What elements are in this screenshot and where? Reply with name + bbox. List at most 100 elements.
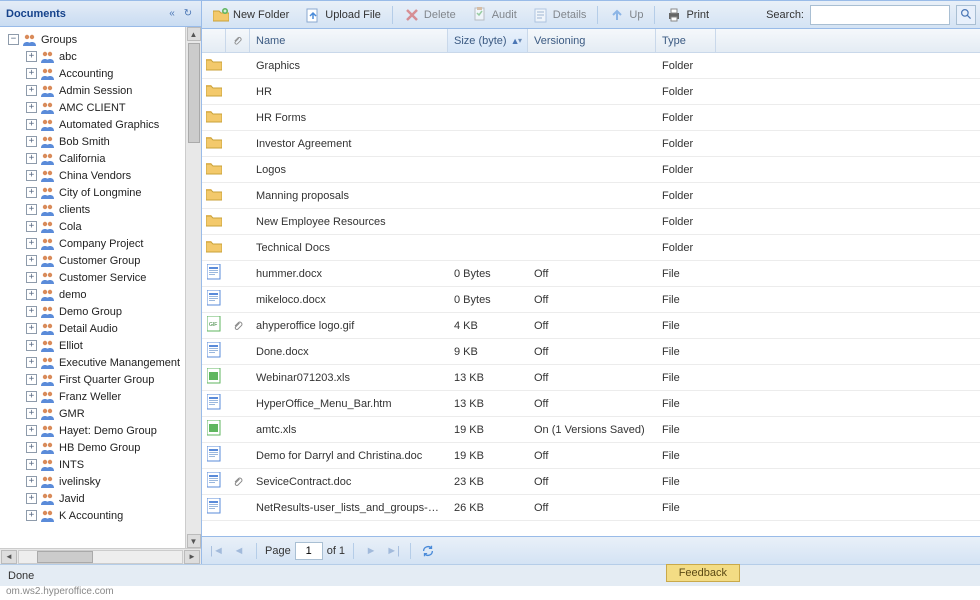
table-row[interactable]: amtc.xls19 KBOn (1 Versions Saved)File [202,417,980,443]
table-row[interactable]: Technical DocsFolder [202,235,980,261]
expand-icon[interactable]: + [26,323,37,334]
expand-icon[interactable]: + [26,51,37,62]
tree-item[interactable]: +Bob Smith [2,133,201,150]
expand-icon[interactable]: + [26,408,37,419]
expand-icon[interactable]: + [26,68,37,79]
tree-item[interactable]: +Franz Weller [2,388,201,405]
table-row[interactable]: HRFolder [202,79,980,105]
scroll-down-icon[interactable]: ▼ [187,534,201,548]
tree-root[interactable]: − Groups [2,31,201,48]
feedback-button[interactable]: Feedback [666,564,740,582]
scroll-right-icon[interactable]: ► [184,550,200,564]
horizontal-scrollbar[interactable]: ◄ ► [0,548,201,564]
refresh-icon[interactable]: ↻ [181,7,195,21]
tree-item[interactable]: +Admin Session [2,82,201,99]
tree-item[interactable]: +China Vendors [2,167,201,184]
table-row[interactable]: HR FormsFolder [202,105,980,131]
column-versioning[interactable]: Versioning [528,29,656,52]
expand-icon[interactable]: + [26,136,37,147]
table-row[interactable]: GraphicsFolder [202,53,980,79]
expand-icon[interactable]: + [26,510,37,521]
expand-icon[interactable]: + [26,306,37,317]
expand-icon[interactable]: + [26,255,37,266]
tree-item[interactable]: +demo [2,286,201,303]
upload-file-button[interactable]: Upload File [298,4,388,26]
expand-icon[interactable]: + [26,119,37,130]
column-menu-icon[interactable]: ▾ [515,36,525,45]
tree-item[interactable]: +Elliot [2,337,201,354]
expand-icon[interactable]: + [26,272,37,283]
expand-icon[interactable]: + [26,204,37,215]
tree-item[interactable]: +Customer Service [2,269,201,286]
expand-icon[interactable]: + [26,340,37,351]
tree-item[interactable]: +abc [2,48,201,65]
tree-item[interactable]: +Customer Group [2,252,201,269]
tree-item[interactable]: +Executive Manangement [2,354,201,371]
column-attachment[interactable] [226,29,250,52]
vertical-scrollbar[interactable]: ▲ ▼ [185,27,201,548]
collapse-left-icon[interactable]: « [165,7,179,21]
tree-item[interactable]: +City of Longmine [2,184,201,201]
tree-item[interactable]: +Cola [2,218,201,235]
tree-item[interactable]: +Accounting [2,65,201,82]
tree-item[interactable]: +ivelinsky [2,473,201,490]
search-input[interactable] [810,5,950,25]
table-row[interactable]: GIFahyperoffice logo.gif4 KBOffFile [202,313,980,339]
table-row[interactable]: HyperOffice_Menu_Bar.htm13 KBOffFile [202,391,980,417]
tree-item[interactable]: +GMR [2,405,201,422]
scroll-thumb[interactable] [188,43,200,143]
tree-item[interactable]: +K Accounting [2,507,201,524]
scroll-up-icon[interactable]: ▲ [187,27,201,41]
expand-icon[interactable]: + [26,102,37,113]
table-row[interactable]: NetResults-user_lists_and_groups-2...26 … [202,495,980,521]
expand-icon[interactable]: + [26,238,37,249]
new-folder-button[interactable]: New Folder [206,4,296,26]
table-row[interactable]: LogosFolder [202,157,980,183]
expand-icon[interactable]: + [26,153,37,164]
expand-icon[interactable]: + [26,374,37,385]
tree-item[interactable]: +Javid [2,490,201,507]
tree-item[interactable]: +Demo Group [2,303,201,320]
table-row[interactable]: SeviceContract.doc23 KBOffFile [202,469,980,495]
table-row[interactable]: Webinar071203.xls13 KBOffFile [202,365,980,391]
tree-item[interactable]: +INTS [2,456,201,473]
column-checkbox[interactable] [202,29,226,52]
expand-icon[interactable]: + [26,442,37,453]
expand-icon[interactable]: + [26,289,37,300]
refresh-button[interactable] [419,542,437,560]
expand-icon[interactable]: + [26,493,37,504]
hscroll-thumb[interactable] [37,551,93,563]
table-row[interactable]: mikeloco.docx0 BytesOffFile [202,287,980,313]
table-row[interactable]: New Employee ResourcesFolder [202,209,980,235]
expand-icon[interactable]: + [26,476,37,487]
expand-icon[interactable]: + [26,425,37,436]
expand-icon[interactable]: + [26,459,37,470]
expand-icon[interactable]: + [26,357,37,368]
table-row[interactable]: Investor AgreementFolder [202,131,980,157]
tree-item[interactable]: +Hayet: Demo Group [2,422,201,439]
column-name[interactable]: Name [250,29,448,52]
table-row[interactable]: Done.docx9 KBOffFile [202,339,980,365]
tree-item[interactable]: +Company Project [2,235,201,252]
column-type[interactable]: Type [656,29,716,52]
scroll-left-icon[interactable]: ◄ [1,550,17,564]
tree-item[interactable]: +First Quarter Group [2,371,201,388]
tree-item[interactable]: +clients [2,201,201,218]
table-row[interactable]: Manning proposalsFolder [202,183,980,209]
expand-icon[interactable]: + [26,170,37,181]
table-row[interactable]: hummer.docx0 BytesOffFile [202,261,980,287]
column-size[interactable]: Size (byte)▲▾ [448,29,528,52]
expand-icon[interactable]: + [26,85,37,96]
expand-icon[interactable]: + [26,221,37,232]
print-button[interactable]: Print [659,4,716,26]
collapse-icon[interactable]: − [8,34,19,45]
tree-item[interactable]: +AMC CLIENT [2,99,201,116]
tree-item[interactable]: +Detail Audio [2,320,201,337]
expand-icon[interactable]: + [26,391,37,402]
tree-item[interactable]: +California [2,150,201,167]
table-row[interactable]: Demo for Darryl and Christina.doc19 KBOf… [202,443,980,469]
search-button[interactable] [956,5,976,25]
page-input[interactable] [295,542,323,560]
tree-item[interactable]: +Automated Graphics [2,116,201,133]
expand-icon[interactable]: + [26,187,37,198]
